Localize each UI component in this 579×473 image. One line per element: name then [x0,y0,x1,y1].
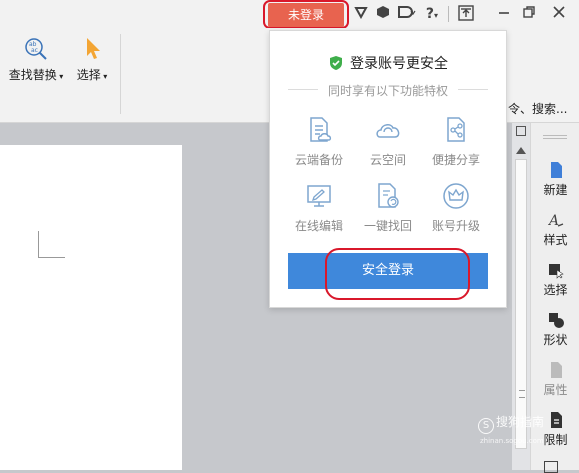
watermark-s-icon: S [478,418,494,434]
online-edit-icon [307,185,331,207]
panel-more-icon[interactable] [544,461,558,473]
panel-item-label: 样式 [543,233,568,247]
panel-item-label: 形状 [543,333,568,347]
shape-icon [547,311,565,329]
select-dropdown-icon: ▾ [100,72,108,81]
feature-share: 便捷分享 [418,115,494,168]
restrict-icon [547,411,565,429]
panel-item-label: 选择 [543,283,568,297]
feature-label: 在线编辑 [294,219,343,233]
document-page[interactable] [0,145,182,470]
popup-subtitle: 同时享有以下功能特权 [327,84,448,98]
share-icon [447,117,465,142]
style-icon: A [547,211,565,229]
highlight-ring-login [263,0,349,29]
feedback-icon[interactable] [396,5,418,23]
panel-item-new[interactable]: 新建 [531,161,579,198]
panel-item-style[interactable]: A 样式 [531,211,579,248]
select-ribbon-button[interactable]: 选择 ▾ [72,36,112,83]
panel-item-label: 属性 [543,383,568,397]
feature-cloud-space: 云空间 [350,115,426,168]
scroll-up-arrow-icon[interactable] [516,147,526,154]
find-replace-icon: ab ac [23,36,49,62]
feature-online-edit: 在线编辑 [281,181,357,234]
feature-label: 便捷分享 [431,153,480,167]
find-replace-label: 查找替换 [8,68,57,82]
feature-label: 云端备份 [294,153,343,167]
feature-recover: 一键找回 [350,181,426,234]
subtitle-line-right [458,89,488,90]
svg-text:ac: ac [31,47,38,54]
feature-label: 云空间 [369,153,406,167]
svg-text:A: A [547,213,559,229]
cloud-backup-icon [310,117,332,142]
upload-window-icon[interactable] [457,5,475,23]
page-corner-mark [38,231,65,258]
shield-check-icon [328,55,344,75]
cloud-space-icon [376,124,400,138]
titlebar-separator [448,6,449,22]
ribbon-separator [120,34,121,114]
highlight-ring-secure-login [325,248,470,300]
recover-icon [378,183,399,208]
panel-item-label: 限制 [543,433,568,447]
cursor-arrow-icon [79,36,105,62]
new-doc-icon [547,161,565,179]
select-ribbon-label: 选择 [76,68,101,82]
watermark-text: 搜狗指南 [496,415,545,429]
find-replace-button[interactable]: ab ac 查找替换 ▾ [4,36,68,83]
help-label: ? [425,6,435,22]
scroll-grip [519,390,525,398]
select-icon [547,261,565,279]
cube-icon[interactable] [374,5,392,23]
watermark-subtext: zhinan.sogou.com [480,437,544,445]
close-icon[interactable] [550,5,568,23]
search-command-hint[interactable]: 令、搜索... [508,100,567,117]
split-view-icon[interactable] [516,126,526,136]
feature-label: 一键找回 [363,219,412,233]
feature-label: 账号升级 [431,219,480,233]
feature-account-upgrade: 账号升级 [418,181,494,234]
panel-item-property: 属性 [531,361,579,398]
find-replace-dropdown-icon: ▾ [56,72,64,81]
crown-icon [443,183,469,209]
title-bar: 未登录 ?▾ [0,0,579,29]
watermark: S 搜狗指南 [478,413,544,434]
panel-grip [543,135,567,139]
skin-icon[interactable] [352,5,370,23]
popup-title-text: 登录账号更安全 [350,56,448,72]
feature-cloud-backup: 云端备份 [281,115,357,168]
minimize-icon[interactable] [495,5,513,23]
restore-icon[interactable] [520,5,538,23]
panel-item-select[interactable]: 选择 [531,261,579,298]
panel-item-shape[interactable]: 形状 [531,311,579,348]
panel-item-label: 新建 [543,183,568,197]
help-icon[interactable]: ?▾ [422,5,442,23]
property-icon [547,361,565,379]
popup-title: 登录账号更安全 [270,53,506,75]
scroll-thumb[interactable] [515,159,527,449]
